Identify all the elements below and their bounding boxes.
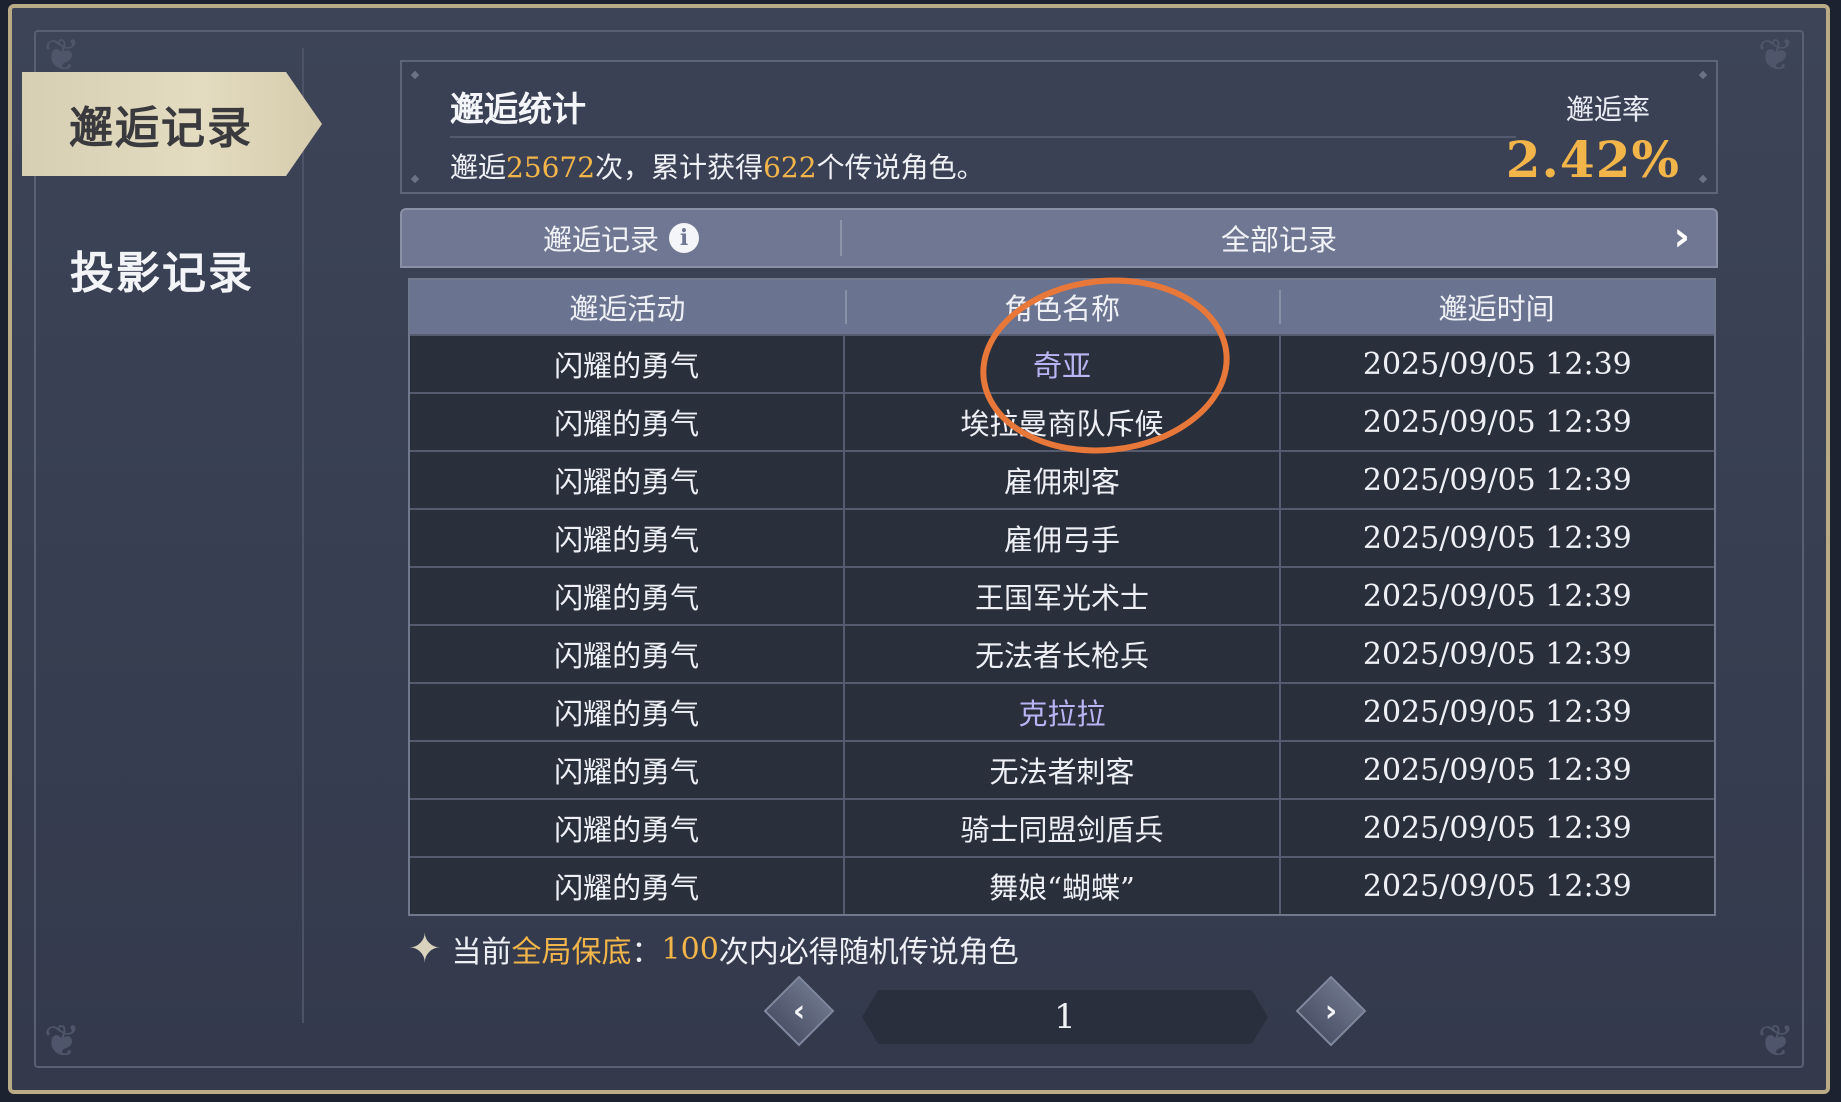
table-row: 闪耀的勇气 埃拉曼商队斥候 2025/09/05 12:39 bbox=[410, 392, 1714, 450]
sidebar-item-encounter-record[interactable]: 邂逅记录 bbox=[22, 72, 322, 176]
table-row: 闪耀的勇气 雇佣刺客 2025/09/05 12:39 bbox=[410, 450, 1714, 508]
panel-corner-dot bbox=[1698, 174, 1708, 184]
character-name-cell: 王国军光术士 bbox=[843, 568, 1278, 624]
encounter-time-cell: 2025/09/05 12:39 bbox=[1278, 742, 1714, 798]
legend-count: 622 bbox=[763, 151, 817, 184]
guarantee-colon: ： bbox=[631, 935, 662, 970]
corner-ornament-icon: ❦ bbox=[43, 1016, 81, 1067]
character-name-cell: 克拉拉 bbox=[843, 684, 1278, 740]
table-header: 邂逅活动 角色名称 邂逅时间 bbox=[410, 280, 1714, 334]
encounter-time-cell: 2025/09/05 12:39 bbox=[1278, 800, 1714, 856]
stats-desc-prefix: 邂逅 bbox=[450, 151, 507, 184]
panel-corner-dot bbox=[410, 174, 420, 184]
guarantee-highlight: 全局保底 bbox=[511, 935, 632, 970]
character-name-cell: 埃拉曼商队斥候 bbox=[843, 394, 1278, 450]
activity-cell: 闪耀的勇气 bbox=[554, 697, 700, 731]
table-row: 闪耀的勇气 无法者刺客 2025/09/05 12:39 bbox=[410, 740, 1714, 798]
record-type-tab[interactable]: 邂逅记录 i bbox=[402, 210, 840, 266]
encounter-stats-panel: 邂逅统计 邂逅25672次，累计获得622个传说角色。 邂逅率 2.42% bbox=[400, 60, 1718, 194]
table-row: 闪耀的勇气 奇亚 2025/09/05 12:39 bbox=[410, 334, 1714, 392]
encounter-time-cell: 2025/09/05 12:39 bbox=[1278, 394, 1714, 450]
column-header-time: 邂逅时间 bbox=[1279, 280, 1714, 334]
encounter-record-table: 邂逅活动 角色名称 邂逅时间 闪耀的勇气 奇亚 2025/09/05 12:39 闪耀… bbox=[408, 278, 1716, 916]
record-type-label: 邂逅记录 bbox=[542, 223, 659, 257]
column-header-character-name: 角色名称 bbox=[844, 280, 1280, 334]
table-row: 闪耀的勇气 舞娘“蝴蝶” 2025/09/05 12:39 bbox=[410, 856, 1714, 914]
stats-desc-suffix: 个传说角色。 bbox=[816, 151, 985, 184]
encounter-time-cell: 2025/09/05 12:39 bbox=[1278, 684, 1714, 740]
info-icon[interactable]: i bbox=[669, 223, 699, 253]
record-filter-dropdown[interactable]: 全部记录 bbox=[842, 210, 1716, 266]
encounter-time-cell: 2025/09/05 12:39 bbox=[1278, 336, 1714, 392]
guarantee-count: 100 bbox=[661, 931, 719, 967]
chevron-left-icon: ‹ bbox=[792, 993, 806, 1029]
panel-corner-dot bbox=[1698, 70, 1708, 80]
guarantee-suffix: 次内必得随机传说角色 bbox=[718, 935, 1019, 970]
table-row: 闪耀的勇气 克拉拉 2025/09/05 12:39 bbox=[410, 682, 1714, 740]
activity-cell: 闪耀的勇气 bbox=[554, 581, 700, 615]
character-name-cell: 舞娘“蝴蝶” bbox=[843, 858, 1278, 914]
stats-divider bbox=[450, 136, 1516, 138]
encounter-time-cell: 2025/09/05 12:39 bbox=[1278, 626, 1714, 682]
sidebar-item-label: 邂逅记录 bbox=[69, 103, 253, 154]
activity-cell: 闪耀的勇气 bbox=[554, 465, 700, 499]
corner-ornament-icon: ❦ bbox=[1757, 30, 1795, 81]
sidebar-item-projection-record[interactable]: 投影记录 bbox=[42, 234, 282, 304]
panel-corner-dot bbox=[410, 70, 420, 80]
character-name-cell: 无法者长枪兵 bbox=[843, 626, 1278, 682]
character-name-cell: 奇亚 bbox=[843, 336, 1278, 392]
record-filter-label: 全部记录 bbox=[1220, 223, 1337, 257]
stats-desc-mid: 次，累计获得 bbox=[595, 151, 764, 184]
star-icon: ✦ bbox=[408, 926, 442, 972]
character-name-cell: 雇佣刺客 bbox=[843, 452, 1278, 508]
character-name-cell: 骑士同盟剑盾兵 bbox=[843, 800, 1278, 856]
activity-cell: 闪耀的勇气 bbox=[554, 813, 700, 847]
stats-description: 邂逅25672次，累计获得622个传说角色。 bbox=[450, 146, 985, 186]
sidebar-divider bbox=[302, 48, 304, 1023]
activity-cell: 闪耀的勇气 bbox=[554, 871, 700, 905]
sidebar-item-label: 投影记录 bbox=[70, 248, 254, 299]
guarantee-prefix: 当前 bbox=[451, 935, 512, 970]
total-encounter-count: 25672 bbox=[506, 151, 596, 184]
activity-cell: 闪耀的勇气 bbox=[554, 639, 700, 673]
chevron-right-icon[interactable]: › bbox=[1674, 214, 1690, 260]
activity-cell: 闪耀的勇气 bbox=[554, 349, 700, 383]
chevron-right-icon: › bbox=[1324, 993, 1338, 1029]
pity-guarantee-info: ✦ 当前 全局保底： 100 次内必得随机传说角色 bbox=[408, 926, 1019, 972]
table-row: 闪耀的勇气 雇佣弓手 2025/09/05 12:39 bbox=[410, 508, 1714, 566]
encounter-time-cell: 2025/09/05 12:39 bbox=[1278, 858, 1714, 914]
record-window: ❦ ❦ ❦ ❦ 邂逅记录 投影记录 邂逅统计 邂逅25672次，累计获得622个… bbox=[8, 4, 1830, 1094]
encounter-rate-label: 邂逅率 bbox=[1565, 93, 1650, 126]
encounter-time-cell: 2025/09/05 12:39 bbox=[1278, 510, 1714, 566]
activity-cell: 闪耀的勇气 bbox=[554, 407, 700, 441]
encounter-rate-value: 2.42% bbox=[1505, 130, 1680, 189]
stats-title: 邂逅统计 bbox=[450, 90, 586, 130]
character-name-cell: 无法者刺客 bbox=[843, 742, 1278, 798]
table-row: 闪耀的勇气 无法者长枪兵 2025/09/05 12:39 bbox=[410, 624, 1714, 682]
activity-cell: 闪耀的勇气 bbox=[554, 755, 700, 789]
character-name-cell: 雇佣弓手 bbox=[843, 510, 1278, 566]
encounter-time-cell: 2025/09/05 12:39 bbox=[1278, 568, 1714, 624]
table-row: 闪耀的勇气 骑士同盟剑盾兵 2025/09/05 12:39 bbox=[410, 798, 1714, 856]
column-header-activity: 邂逅活动 bbox=[569, 292, 686, 326]
encounter-time-cell: 2025/09/05 12:39 bbox=[1278, 452, 1714, 508]
record-filter-bar: 邂逅记录 i 全部记录 › bbox=[400, 208, 1718, 268]
corner-ornament-icon: ❦ bbox=[1757, 1016, 1795, 1067]
page-number: 1 bbox=[862, 990, 1268, 1044]
activity-cell: 闪耀的勇气 bbox=[554, 523, 700, 557]
table-row: 闪耀的勇气 王国军光术士 2025/09/05 12:39 bbox=[410, 566, 1714, 624]
